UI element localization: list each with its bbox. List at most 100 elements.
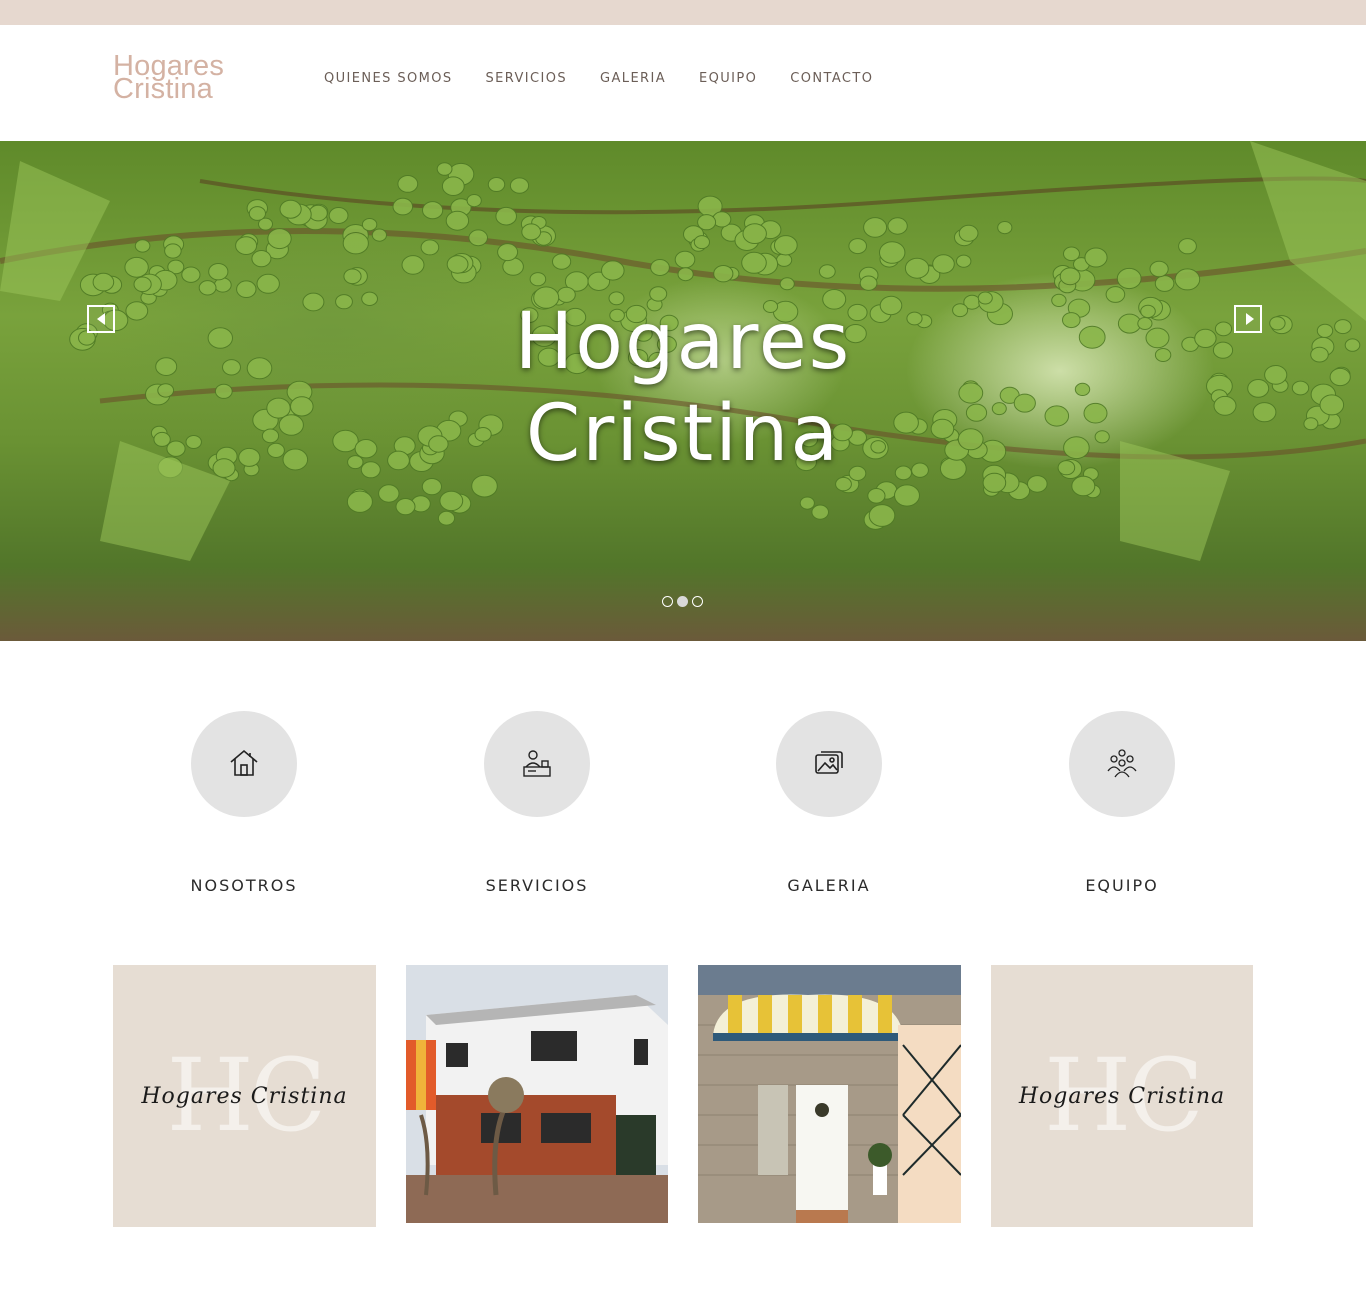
grape: [441, 176, 465, 197]
feature-label: SERVICIOS: [485, 876, 589, 895]
feature-icon-circle: [191, 711, 297, 817]
grape: [236, 280, 257, 298]
grape: [308, 204, 328, 222]
grape: [164, 243, 182, 259]
grape: [1149, 260, 1169, 278]
grape: [401, 255, 425, 275]
grape: [601, 260, 625, 281]
grape: [693, 235, 711, 250]
grape: [468, 229, 489, 247]
grape: [997, 221, 1013, 235]
nav-item-equipo[interactable]: EQUIPO: [699, 71, 757, 86]
hero-slider: Hogares Cristina: [0, 141, 1366, 641]
grape: [811, 504, 830, 520]
site-header: Hogares Cristina QUIENES SOMOS SERVICIOS…: [0, 25, 1366, 141]
tile-logo-1[interactable]: HC Hogares Cristina: [113, 965, 376, 1227]
grape: [1154, 275, 1175, 292]
grape: [134, 239, 151, 253]
grape: [779, 277, 795, 291]
grape: [868, 504, 896, 527]
grape: [235, 236, 258, 255]
house-photo: [406, 965, 668, 1223]
grape: [887, 217, 908, 235]
grape: [445, 210, 470, 231]
grape: [92, 272, 115, 292]
tile-logo-2[interactable]: HC Hogares Cristina: [991, 965, 1253, 1227]
slider-dot-3[interactable]: [692, 596, 703, 607]
grape: [328, 207, 349, 224]
grape: [674, 250, 696, 269]
feature-equipo[interactable]: EQUIPO: [991, 711, 1253, 895]
tile-script-name: Hogares Cristina: [141, 1084, 348, 1109]
grape: [650, 259, 670, 276]
tile-photo-entrance[interactable]: [698, 965, 961, 1223]
grape: [799, 496, 815, 510]
grape: [342, 232, 369, 255]
feature-galeria[interactable]: GALERIA: [698, 711, 960, 895]
photo-gallery-icon: [815, 751, 843, 774]
grape: [776, 253, 793, 267]
slider-dot-1[interactable]: [662, 596, 673, 607]
grape: [361, 218, 378, 232]
grape: [437, 510, 456, 526]
grape: [392, 197, 414, 216]
feature-label: NOSOTROS: [190, 876, 298, 895]
grape: [378, 484, 400, 503]
tile-script-name: Hogares Cristina: [1018, 1084, 1226, 1109]
feature-label: EQUIPO: [1085, 876, 1159, 895]
grape: [509, 177, 530, 194]
grape: [859, 275, 878, 291]
grape: [741, 251, 767, 274]
feature-servicios[interactable]: SERVICIOS: [406, 711, 668, 895]
slider-dot-2[interactable]: [677, 596, 688, 607]
hero-title: Hogares Cristina: [0, 296, 1366, 480]
grape: [487, 177, 506, 192]
grape: [552, 253, 572, 270]
grape: [267, 228, 292, 250]
grape: [446, 255, 469, 274]
grape: [181, 266, 201, 283]
feature-icon-circle: [484, 711, 590, 817]
grape: [742, 223, 767, 244]
grape: [466, 194, 482, 208]
slider-prev-button[interactable]: [87, 305, 115, 333]
grape: [497, 243, 519, 262]
grape: [1063, 246, 1080, 262]
feature-nosotros[interactable]: NOSOTROS: [113, 711, 375, 895]
entrance-photo: [698, 965, 961, 1223]
grape: [1059, 267, 1081, 286]
nav-item-quienes-somos[interactable]: QUIENES SOMOS: [324, 71, 453, 86]
feature-links: NOSOTROS SERVICIOS GALERIA EQUIPO: [0, 711, 1366, 901]
grape: [436, 162, 453, 176]
grape: [932, 254, 955, 274]
grape: [124, 256, 149, 278]
grape: [867, 488, 886, 504]
grape: [1116, 267, 1142, 290]
grape: [818, 264, 836, 279]
nav-item-galeria[interactable]: GALERIA: [600, 71, 666, 86]
grape: [894, 484, 920, 507]
grape: [279, 199, 302, 219]
grape: [1174, 268, 1201, 291]
team-icon: [1107, 749, 1137, 778]
slider-next-button[interactable]: [1234, 305, 1262, 333]
grape: [420, 239, 440, 256]
nav-item-contacto[interactable]: CONTACTO: [790, 71, 873, 86]
hero-title-line-2: Cristina: [525, 389, 841, 479]
grape: [495, 206, 518, 226]
caret-right-icon: [1246, 313, 1254, 325]
grape: [208, 263, 229, 281]
grape: [439, 490, 464, 512]
grape: [677, 267, 694, 282]
nav-item-servicios[interactable]: SERVICIOS: [486, 71, 568, 86]
grape: [697, 214, 717, 231]
grape: [422, 201, 444, 220]
site-logo[interactable]: Hogares Cristina: [113, 52, 243, 104]
grape: [256, 273, 280, 294]
grape: [1178, 238, 1197, 255]
grape: [371, 228, 387, 242]
house-icon: [230, 749, 258, 776]
feature-label: GALERIA: [787, 876, 871, 895]
grape: [346, 490, 373, 513]
tile-photo-house[interactable]: [406, 965, 668, 1223]
